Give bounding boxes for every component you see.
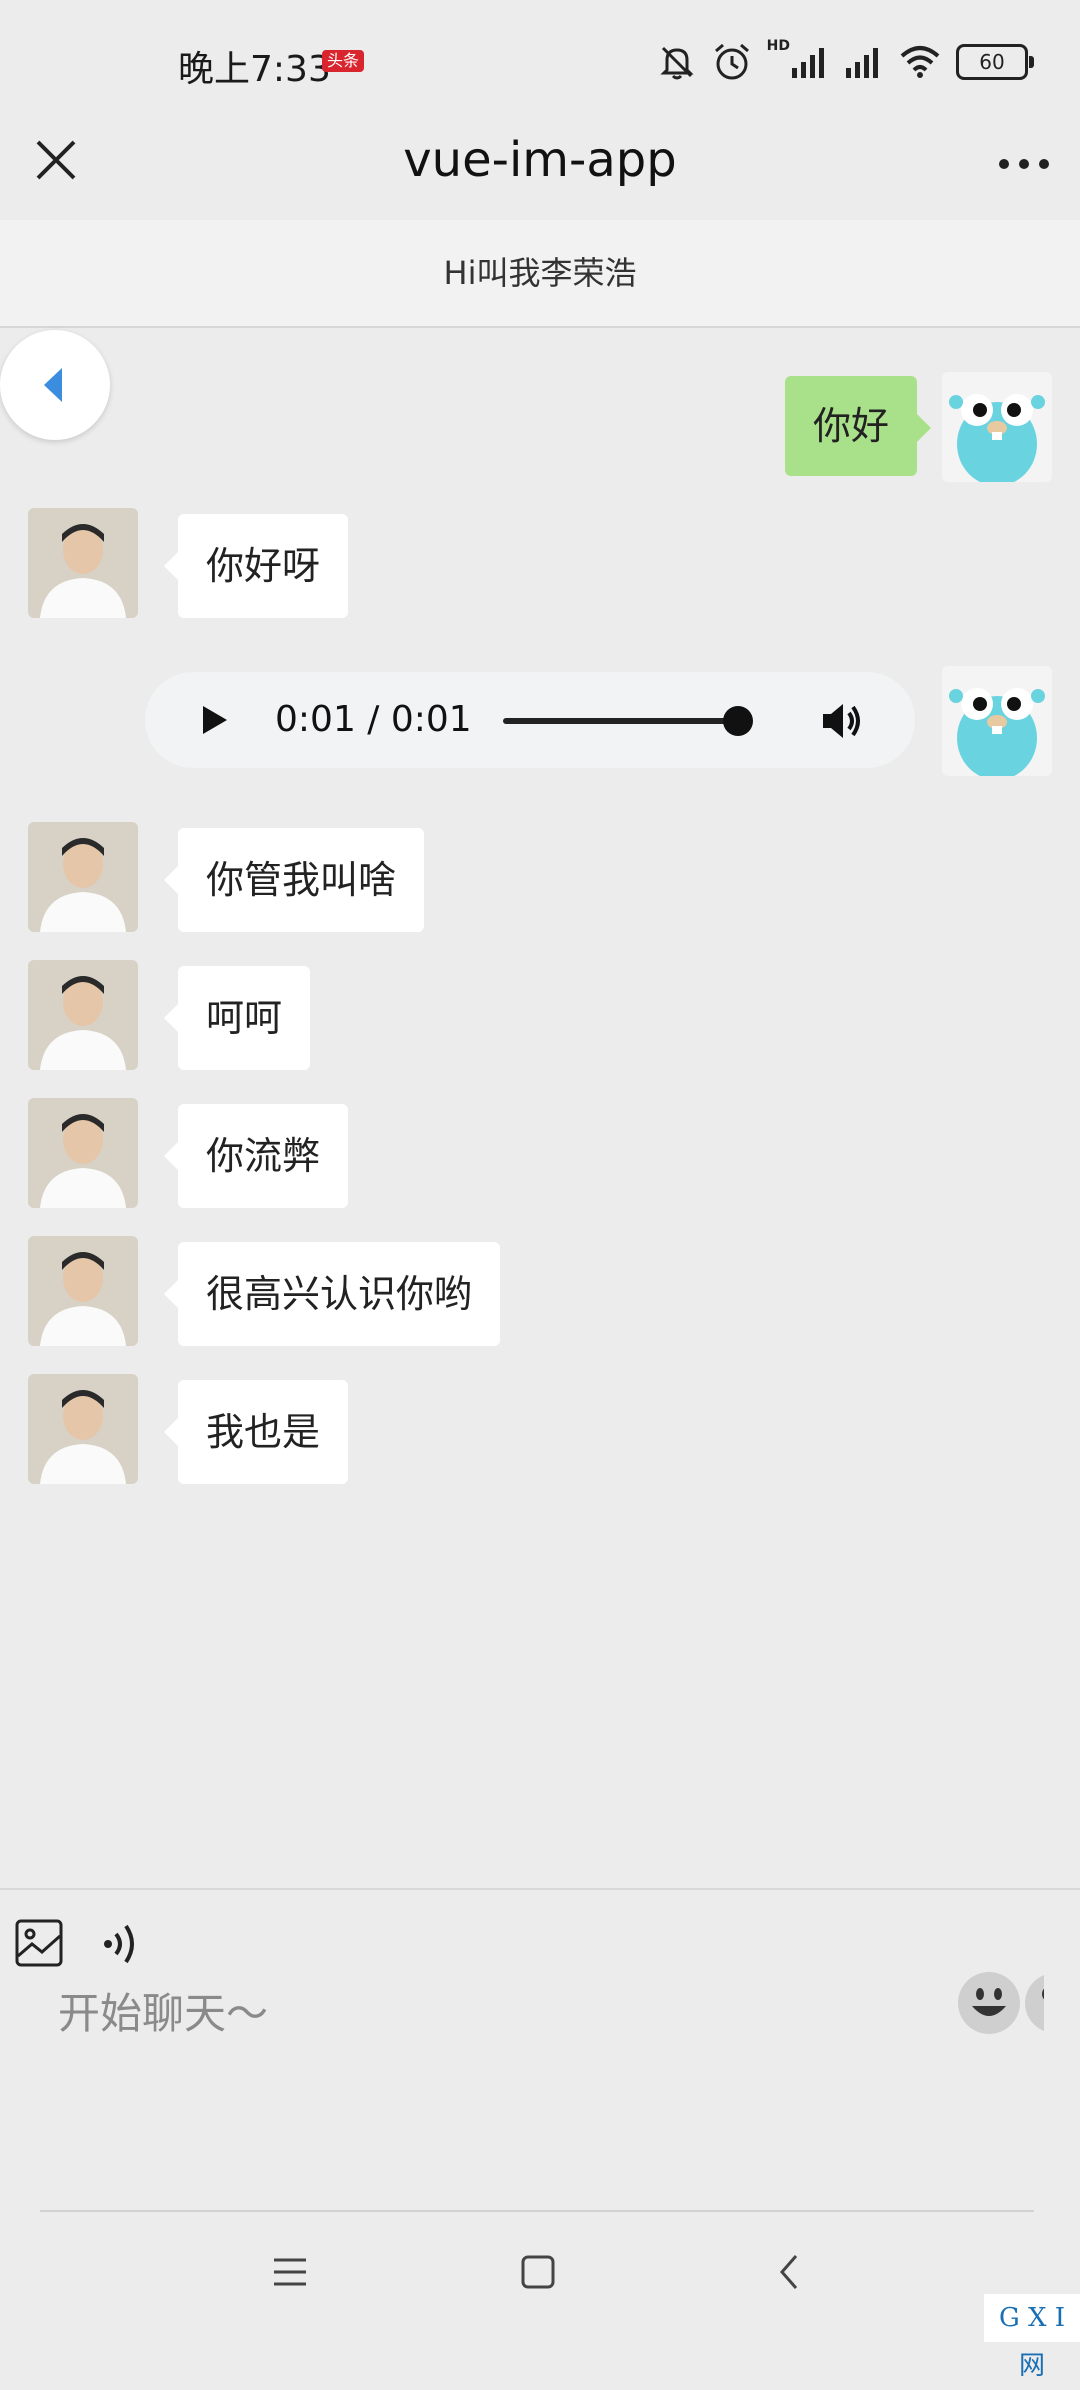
divider xyxy=(40,2210,1034,2212)
status-time: 晚上7:33 xyxy=(178,49,331,90)
message-bubble-sent[interactable]: 你好 xyxy=(785,376,932,476)
chat-subtitle: Hi叫我李荣浩 xyxy=(0,220,1080,328)
contact-avatar[interactable] xyxy=(28,960,138,1070)
my-avatar[interactable] xyxy=(942,372,1052,482)
menu-icon[interactable] xyxy=(270,2252,310,2292)
audio-player[interactable]: 0:01 / 0:01 xyxy=(145,672,915,768)
emoji-icon[interactable] xyxy=(958,1972,1020,2034)
contact-avatar[interactable] xyxy=(28,822,138,932)
alarm-icon xyxy=(714,43,749,80)
audio-time: 0:01 / 0:01 xyxy=(275,699,472,740)
message-bubble-received[interactable]: 你管我叫啥 xyxy=(163,828,425,932)
message-bubble-received[interactable]: 呵呵 xyxy=(163,966,311,1070)
mute-bell-icon xyxy=(660,46,694,80)
message-bubble-received[interactable]: 你流弊 xyxy=(163,1104,349,1208)
watermark-logo: G X I 网 xyxy=(984,2294,1080,2381)
home-icon[interactable] xyxy=(518,2252,558,2292)
back-button[interactable] xyxy=(0,330,110,440)
contact-avatar[interactable] xyxy=(28,1236,138,1346)
battery-level: 60 xyxy=(979,50,1005,74)
contact-avatar[interactable] xyxy=(28,508,138,618)
status-icons: HD 60 xyxy=(657,38,1034,86)
battery-icon: 60 xyxy=(956,44,1034,80)
chat-input-area: G X I 网 xyxy=(0,1888,1080,2381)
chat-input[interactable] xyxy=(56,1972,940,2054)
contact-avatar[interactable] xyxy=(28,1374,138,1484)
message-bubble-received[interactable]: 很高兴认识你哟 xyxy=(163,1242,501,1346)
app-header: vue-im-app xyxy=(0,120,1080,220)
back-arrow-icon xyxy=(44,368,62,402)
notification-badge: 头条 xyxy=(322,50,365,72)
voice-icon[interactable] xyxy=(100,1918,146,1968)
hd-label: HD xyxy=(766,38,790,54)
system-nav-bar xyxy=(0,2242,1080,2342)
signal-icon xyxy=(792,48,824,78)
volume-icon[interactable] xyxy=(819,698,865,744)
page-title: vue-im-app xyxy=(403,132,677,188)
audio-progress-track[interactable] xyxy=(503,718,735,724)
status-bar: 晚上7:33 头条 HD 60 xyxy=(0,0,1080,120)
my-avatar[interactable] xyxy=(942,666,1052,776)
message-bubble-received[interactable]: 我也是 xyxy=(163,1380,349,1484)
wifi-icon xyxy=(900,46,940,78)
audio-progress-thumb[interactable] xyxy=(723,706,753,736)
message-bubble-received[interactable]: 你好呀 xyxy=(163,514,349,618)
contact-avatar[interactable] xyxy=(28,1098,138,1208)
more-options-icon[interactable] xyxy=(994,130,1054,190)
emoji-icon-partial[interactable] xyxy=(1024,1972,1044,2034)
image-icon[interactable] xyxy=(14,1918,64,1968)
nav-back-icon[interactable] xyxy=(770,2252,810,2292)
signal-icon-2 xyxy=(846,48,878,78)
play-icon[interactable] xyxy=(195,702,231,738)
